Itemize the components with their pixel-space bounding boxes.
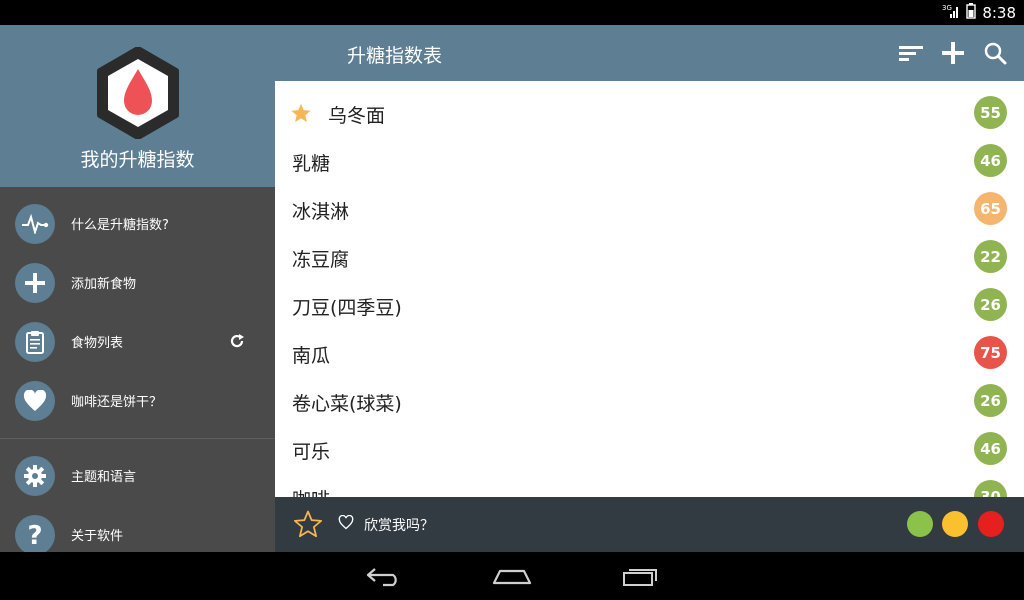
list-item[interactable]: 可乐 46 (275, 425, 1024, 473)
gi-badge: 30 (974, 480, 1007, 497)
list-item[interactable]: 乌冬面 55 (275, 89, 1024, 137)
gi-badge: 26 (974, 384, 1007, 417)
food-name: 刀豆(四季豆) (292, 297, 402, 319)
menu-label: 主题和语言 (71, 470, 137, 485)
gear-icon (15, 456, 55, 496)
recent-apps-icon[interactable] (608, 560, 672, 592)
sort-icon[interactable] (897, 39, 925, 67)
list-item[interactable]: 南瓜 75 (275, 329, 1024, 377)
bottom-bar: 欣赏我吗？ (275, 497, 1024, 552)
question-icon: ? (15, 515, 55, 552)
gi-badge: 46 (974, 432, 1007, 465)
menu-item-food-list[interactable]: 食物列表 (0, 313, 275, 371)
svg-text:3G: 3G (942, 4, 952, 12)
food-name: 乌冬面 (328, 105, 386, 127)
menu-label: 食物列表 (71, 336, 124, 351)
status-bar: 3G 8:38 (0, 0, 1024, 25)
system-nav-bar (0, 552, 1024, 600)
gi-badge: 65 (974, 192, 1007, 225)
food-name: 乳糖 (292, 153, 331, 175)
menu-label: 关于软件 (71, 529, 124, 544)
list-item[interactable]: 冻豆腐 22 (275, 233, 1024, 281)
menu-label: 咖啡还是饼干？ (71, 395, 163, 410)
star-outline-icon[interactable] (293, 509, 323, 543)
add-icon[interactable] (939, 39, 967, 67)
food-name: 咖啡 (292, 485, 330, 497)
menu-label: 添加新食物 (71, 277, 137, 292)
svg-text:?: ? (27, 522, 42, 548)
gi-badge: 75 (974, 336, 1007, 369)
navigation-drawer: 我的升糖指数 什么是升糖指数? 添加新食物 食物列表 咖啡还是饼干？ 主题和语言… (0, 25, 275, 552)
food-name: 卷心菜(球菜) (292, 393, 402, 415)
blood-drop-logo-icon (96, 46, 180, 143)
refresh-icon[interactable] (228, 332, 246, 354)
pulse-icon (15, 204, 55, 244)
clock: 8:38 (982, 3, 1016, 22)
heart-outline-icon (338, 514, 354, 534)
search-icon[interactable] (981, 39, 1009, 67)
gi-badge: 22 (974, 240, 1007, 273)
toolbar: 升糖指数表 (275, 25, 1024, 81)
menu-item-theme-language[interactable]: 主题和语言 (0, 447, 275, 505)
list-item[interactable]: 刀豆(四季豆) 26 (275, 281, 1024, 329)
food-name: 南瓜 (292, 345, 331, 367)
list-item[interactable]: 卷心菜(球菜) 26 (275, 377, 1024, 425)
drawer-title: 我的升糖指数 (80, 149, 195, 171)
list-item[interactable]: 咖啡 30 (275, 473, 1024, 497)
gi-medium-dot[interactable] (942, 511, 968, 537)
home-icon[interactable] (480, 560, 544, 592)
rate-app-link[interactable]: 欣赏我吗？ (364, 515, 434, 535)
page-title: 升糖指数表 (347, 45, 443, 67)
drawer-divider (0, 438, 275, 439)
battery-icon (966, 2, 977, 23)
menu-item-what-is-gi[interactable]: 什么是升糖指数? (0, 195, 275, 253)
menu-label: 什么是升糖指数? (71, 218, 169, 233)
menu-item-coffee-or-biscuit[interactable]: 咖啡还是饼干？ (0, 372, 275, 430)
food-name: 可乐 (292, 441, 331, 463)
food-name: 冻豆腐 (292, 249, 350, 271)
signal-icon: 3G (942, 3, 960, 23)
favorite-star-icon[interactable] (290, 102, 312, 128)
gi-badge: 55 (974, 96, 1007, 129)
gi-low-dot[interactable] (907, 511, 933, 537)
plus-icon (15, 263, 55, 303)
gi-badge: 46 (974, 144, 1007, 177)
list-item[interactable]: 乳糖 46 (275, 137, 1024, 185)
list-item[interactable]: 冰淇淋 65 (275, 185, 1024, 233)
food-name: 冰淇淋 (292, 201, 350, 223)
main-panel: 升糖指数表 乌冬面 55 乳糖 46 冰淇淋 65 冻豆腐 22 刀豆(四季豆)… (275, 25, 1024, 552)
back-icon[interactable] (352, 560, 416, 592)
gi-badge: 26 (974, 288, 1007, 321)
menu-item-about[interactable]: ? 关于软件 (0, 506, 275, 552)
food-list: 乌冬面 55 乳糖 46 冰淇淋 65 冻豆腐 22 刀豆(四季豆) 26 南瓜… (275, 83, 1024, 497)
drawer-header: 我的升糖指数 (0, 25, 275, 187)
menu-item-add-food[interactable]: 添加新食物 (0, 254, 275, 312)
clipboard-icon (15, 322, 55, 362)
gi-high-dot[interactable] (978, 511, 1004, 537)
heart-icon (15, 381, 55, 421)
